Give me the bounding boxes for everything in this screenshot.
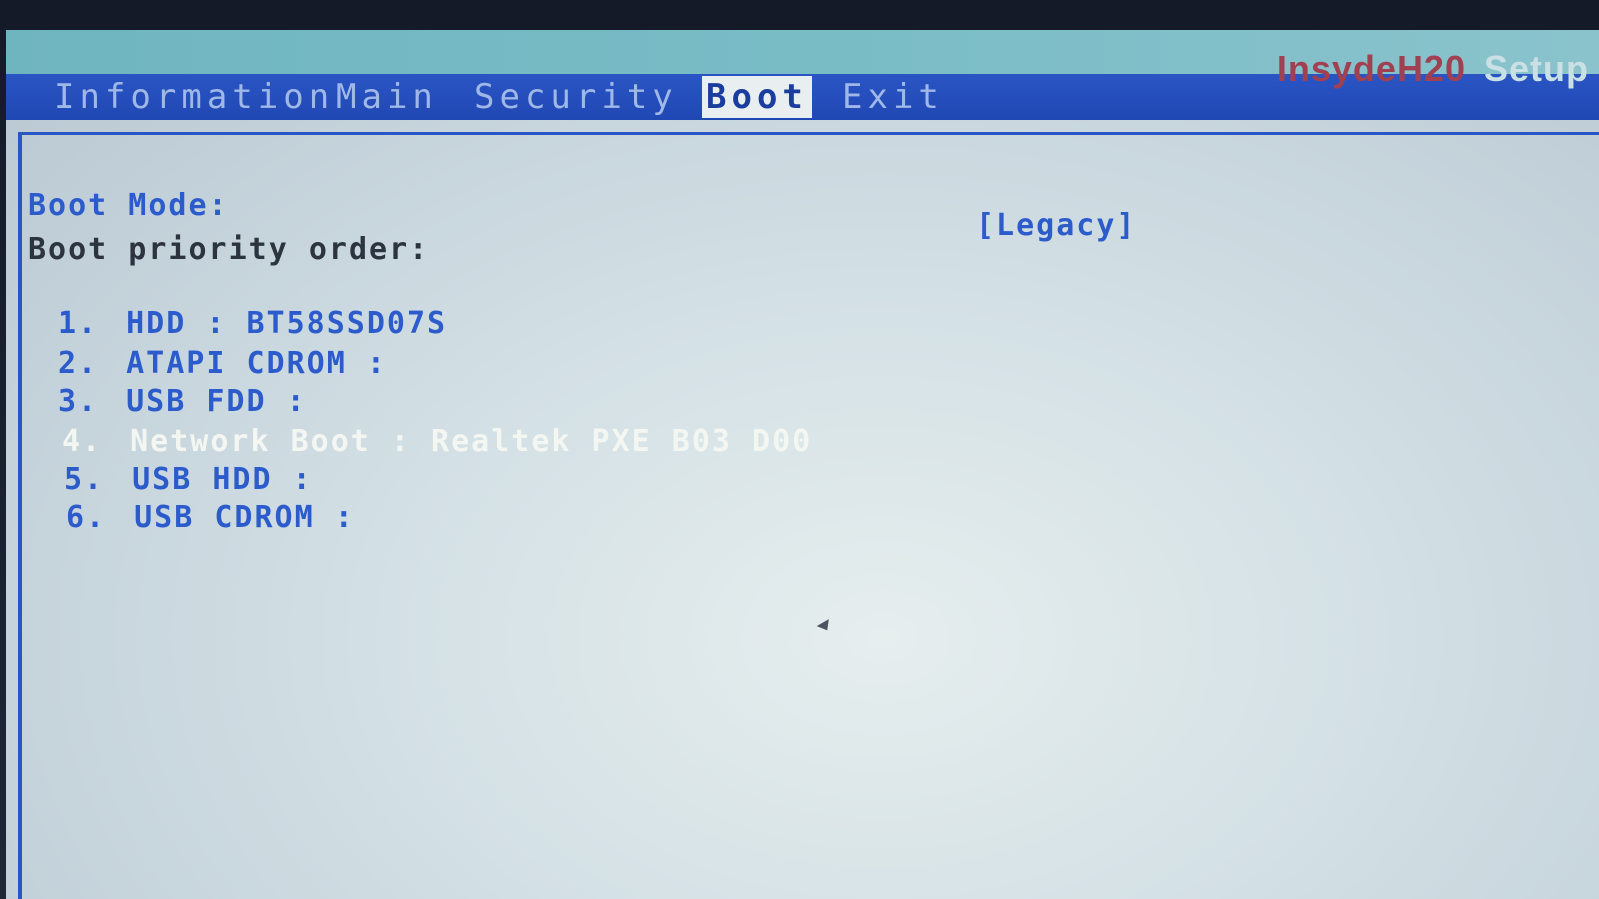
boot-item-6[interactable]: 6. USB CDROM :: [66, 500, 355, 535]
boot-item-label: Network Boot : Realtek PXE B03 D00: [130, 424, 813, 459]
boot-item-number: 5.: [64, 462, 105, 497]
boot-mode-label: Boot Mode:: [28, 188, 229, 223]
tab-exit[interactable]: Exit: [842, 76, 944, 118]
tab-information[interactable]: Information: [54, 76, 334, 118]
tab-boot[interactable]: Boot: [702, 76, 812, 118]
boot-item-number: 2.: [58, 346, 99, 381]
boot-item-label: USB FDD :: [126, 384, 307, 419]
tab-main[interactable]: Main: [336, 76, 438, 118]
boot-item-1[interactable]: 1. HDD : BT58SSD07S: [58, 306, 447, 341]
boot-mode-value[interactable]: [Legacy]: [976, 208, 1137, 243]
bios-screen: Information Main Security Boot Exit Insy…: [6, 30, 1599, 899]
boot-item-4[interactable]: 4. Network Boot : Realtek PXE B03 D00: [62, 424, 812, 459]
boot-priority-label: Boot priority order:: [28, 232, 430, 267]
boot-item-number: 6.: [66, 500, 107, 535]
boot-item-5[interactable]: 5. USB HDD :: [64, 462, 313, 497]
boot-item-number: 1.: [58, 306, 99, 341]
boot-item-2[interactable]: 2. ATAPI CDROM :: [58, 346, 387, 381]
boot-item-number: 4.: [62, 424, 103, 459]
boot-item-3[interactable]: 3. USB FDD :: [58, 384, 307, 419]
boot-item-label: USB HDD :: [132, 462, 313, 497]
boot-item-label: ATAPI CDROM :: [126, 346, 387, 381]
brand-name: InsydeH20: [1276, 48, 1466, 89]
boot-item-label: HDD : BT58SSD07S: [126, 306, 448, 341]
boot-item-label: USB CDROM :: [134, 500, 355, 535]
brand-setup: Setup: [1483, 48, 1589, 89]
boot-item-number: 3.: [58, 384, 99, 419]
brand-title: InsydeH20 Setup: [1277, 48, 1589, 90]
tab-security[interactable]: Security: [474, 76, 678, 118]
